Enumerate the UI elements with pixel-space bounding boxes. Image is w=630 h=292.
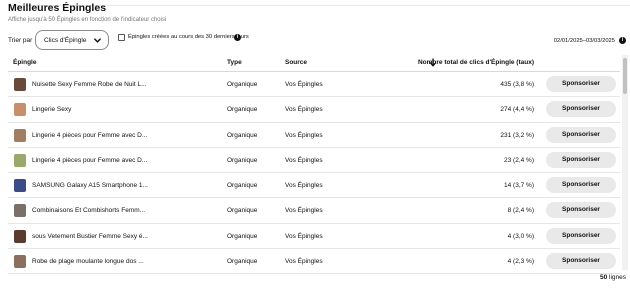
info-icon[interactable]: i	[234, 34, 241, 41]
pin-thumbnail[interactable]	[14, 153, 26, 167]
table-row[interactable]: Combinaisons Et Combishorts Femm... Organ…	[8, 198, 620, 224]
column-header-source: Source	[285, 59, 308, 66]
scrollbar-thumb[interactable]	[623, 58, 627, 94]
pin-clicks: 8 (2,4 %)	[507, 207, 534, 215]
pin-thumbnail[interactable]	[14, 103, 26, 117]
table-header: Épingle Type Source Nombre total de clic…	[8, 55, 620, 72]
pin-clicks: 274 (4,4 %)	[500, 106, 534, 114]
pin-source: Vos Épingles	[285, 131, 323, 139]
recent-pins-checkbox-label[interactable]: Épingles créées au cours des 30 derniers…	[128, 34, 249, 40]
pin-thumbnail[interactable]	[14, 229, 26, 243]
column-header-clicks[interactable]: Nombre total de clics d'Épingle (taux)	[418, 59, 534, 66]
pin-type: Organique	[227, 156, 258, 164]
section-title: Meilleures Épingles	[8, 2, 107, 14]
pin-clicks: 435 (3,8 %)	[500, 81, 534, 88]
pin-clicks: 4 (3,0 %)	[507, 232, 534, 240]
pin-thumbnail[interactable]	[14, 128, 26, 142]
table-body: Nuisette Sexy Femme Robe de Nuit L... Org…	[8, 72, 620, 275]
sort-select-value: Clics d'Épingle	[44, 37, 87, 44]
filters-bar: Trier par Clics d'Épingle Épingles créée…	[8, 30, 630, 50]
table-row[interactable]: Robe de plage moulante longue dos ... Org…	[8, 249, 620, 275]
pin-title[interactable]: SAMSUNG Galaxy A15 Smartphone 1...	[32, 182, 148, 189]
pin-thumbnail[interactable]	[14, 78, 26, 91]
pin-type: Organique	[227, 207, 258, 215]
table-row[interactable]: sous Vetement Bustier Femme Sexy é... Org…	[8, 224, 620, 250]
table-row[interactable]: Lingerie 4 pièces pour Femme avec D... Or…	[8, 123, 620, 148]
section-subtitle: Affiche jusqu'à 50 Épingles en fonction …	[8, 17, 167, 23]
pin-thumbnail[interactable]	[14, 204, 26, 218]
pins-table: Épingle Type Source Nombre total de clic…	[8, 55, 620, 275]
pin-source: Vos Épingles	[285, 258, 323, 266]
info-icon[interactable]: i	[619, 37, 626, 44]
recent-pins-checkbox[interactable]	[118, 34, 125, 41]
pin-source: Vos Épingles	[285, 81, 323, 88]
pin-clicks: 4 (2,3 %)	[507, 258, 534, 266]
pin-title[interactable]: Lingerie 4 pièces pour Femme avec D...	[32, 157, 147, 164]
pin-clicks: 14 (3,7 %)	[504, 182, 534, 190]
pin-title[interactable]: Combinaisons Et Combishorts Femm...	[32, 207, 145, 214]
pin-type: Organique	[227, 131, 258, 139]
sponsor-button[interactable]: Sponsoriser	[546, 101, 616, 118]
table-row[interactable]: SAMSUNG Galaxy A15 Smartphone 1... Organi…	[8, 173, 620, 199]
pin-title[interactable]: Robe de plage moulante longue dos ...	[32, 258, 144, 265]
table-row[interactable]: Lingerie 4 pièces pour Femme avec D... Or…	[8, 148, 620, 174]
pin-title[interactable]: Lingerie Sexy	[32, 106, 71, 113]
pin-source: Vos Épingles	[285, 156, 323, 164]
pin-type: Organique	[227, 106, 258, 114]
pin-source: Vos Épingles	[285, 106, 323, 114]
sponsor-button[interactable]: Sponsoriser	[546, 151, 616, 168]
table-row[interactable]: Lingerie Sexy Organique Vos Épingles 274 (4…	[8, 97, 620, 123]
pin-title[interactable]: Nuisette Sexy Femme Robe de Nuit L...	[32, 81, 147, 88]
sponsor-button[interactable]: Sponsoriser	[546, 177, 616, 194]
sort-select[interactable]: Clics d'Épingle	[35, 30, 109, 50]
pin-thumbnail[interactable]	[14, 179, 26, 193]
pin-title[interactable]: sous Vetement Bustier Femme Sexy é...	[32, 233, 148, 240]
pin-type: Organique	[227, 81, 258, 88]
pin-type: Organique	[227, 258, 258, 266]
pin-source: Vos Épingles	[285, 207, 323, 215]
row-count-unit: lignes	[609, 274, 626, 281]
sponsor-button[interactable]: Sponsoriser	[546, 253, 616, 270]
date-range: 02/01/2025–03/03/2025	[553, 38, 615, 44]
column-header-pin: Épingle	[13, 59, 37, 66]
pin-thumbnail[interactable]	[14, 255, 26, 269]
pin-type: Organique	[227, 232, 258, 240]
column-header-type: Type	[227, 59, 242, 66]
pin-title[interactable]: Lingerie 4 pièces pour Femme avec D...	[32, 132, 147, 139]
table-row[interactable]: Nuisette Sexy Femme Robe de Nuit L... Org…	[8, 72, 620, 98]
row-count-number: 50	[599, 274, 608, 281]
sponsor-button[interactable]: Sponsoriser	[546, 227, 616, 244]
sponsor-button[interactable]: Sponsoriser	[546, 76, 616, 92]
chevron-down-icon	[94, 38, 101, 43]
pin-clicks: 231 (3,2 %)	[500, 131, 534, 139]
sponsor-button[interactable]: Sponsoriser	[546, 126, 616, 143]
sponsor-button[interactable]: Sponsoriser	[546, 202, 616, 219]
pin-source: Vos Épingles	[285, 182, 323, 190]
pin-clicks: 23 (2,4 %)	[504, 156, 534, 164]
pin-type: Organique	[227, 182, 258, 190]
pin-source: Vos Épingles	[285, 232, 323, 240]
sort-label: Trier par	[8, 37, 33, 44]
row-count: 50 lignes	[600, 274, 626, 281]
